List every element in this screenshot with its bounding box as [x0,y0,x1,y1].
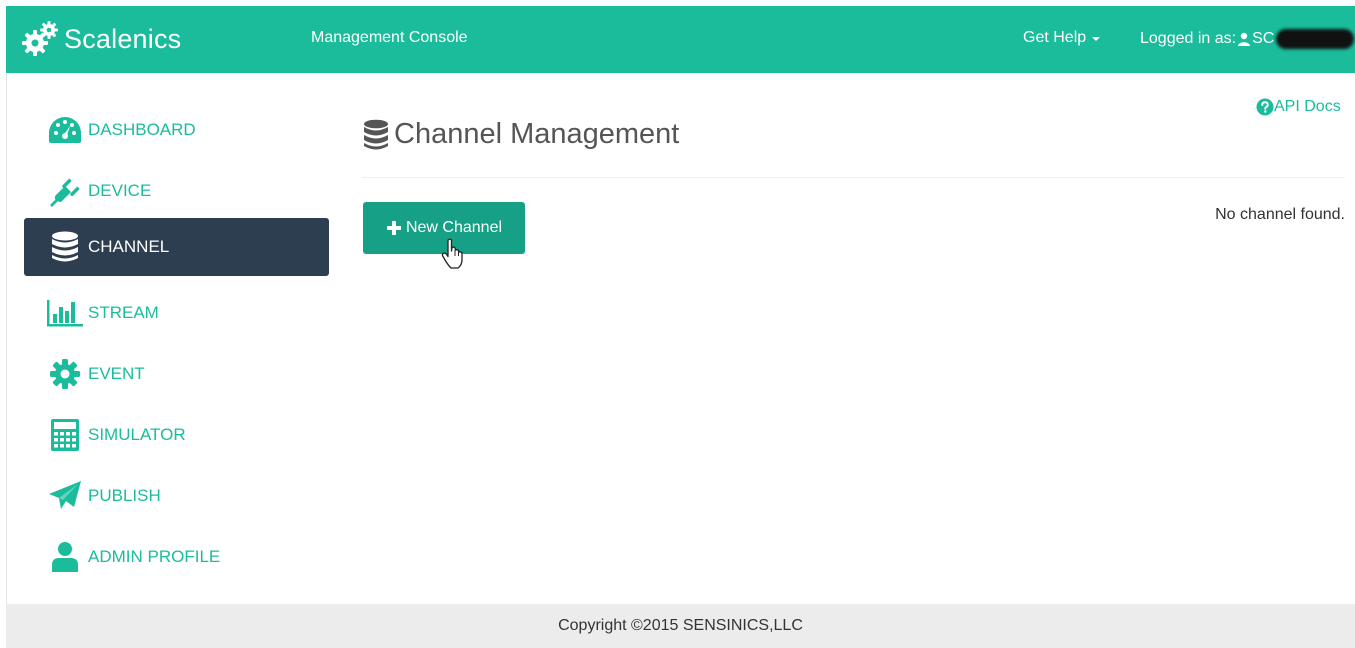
page-title: Channel Management [362,118,679,151]
sidebar-item-device[interactable]: DEVICE [24,162,329,220]
username: SC [1252,30,1275,47]
management-console-link[interactable]: Management Console [311,29,468,47]
sidebar-item-label: CHANNEL [88,237,170,256]
sidebar-item-label: ADMIN PROFILE [88,547,221,566]
gear-icon [46,356,84,392]
question-circle-icon [1256,98,1274,116]
sidebar-item-admin-profile[interactable]: ADMIN PROFILE [24,528,329,586]
caret-down-icon [1092,37,1101,41]
gears-icon [22,21,58,56]
user-menu-dropdown[interactable]: Logged in as: SC [1140,29,1355,49]
dashboard-icon [46,112,84,148]
database-icon [364,119,388,149]
sidebar-item-stream[interactable]: STREAM [24,284,329,342]
bar-chart-icon [46,295,84,331]
sidebar-item-simulator[interactable]: SIMULATOR [24,406,329,464]
logged-in-label: Logged in as: [1140,30,1237,47]
sidebar-item-label: EVENT [88,364,145,383]
sidebar-item-label: DASHBOARD [88,120,196,139]
get-help-label: Get Help [1023,29,1087,46]
sidebar-item-label: DEVICE [88,181,152,200]
page-title-text: Channel Management [394,118,680,150]
redacted-username [1276,29,1355,49]
sidebar-item-event[interactable]: EVENT [24,345,329,403]
api-docs-link[interactable]: API Docs [1256,98,1341,116]
plus-icon [386,221,401,235]
sidebar-item-label: STREAM [88,303,159,322]
brand-logo[interactable]: Scalenics [20,18,181,60]
footer: Copyright ©2015 SENSINICS,LLC [6,604,1355,648]
calculator-icon [46,417,84,453]
plug-icon [46,173,84,209]
get-help-dropdown[interactable]: Get Help [1023,29,1101,47]
user-icon [1238,32,1251,46]
sidebar-item-label: PUBLISH [88,486,161,505]
top-navbar: Scalenics Management Console Get Help Lo… [6,6,1355,73]
new-channel-label: New Channel [405,219,503,236]
sidebar-item-publish[interactable]: PUBLISH [24,467,329,525]
header-divider [362,177,1345,178]
api-docs-label: API Docs [1274,98,1341,115]
sidebar-item-channel[interactable]: CHANNEL [24,218,329,276]
hand-cursor-icon [441,238,463,269]
sidebar-item-dashboard[interactable]: DASHBOARD [24,101,329,159]
user-icon [46,539,84,575]
empty-state-message: No channel found. [1215,206,1345,223]
sidebar-item-label: SIMULATOR [88,425,186,444]
copyright-text: Copyright ©2015 SENSINICS,LLC [558,617,803,634]
database-icon [46,229,84,265]
paper-plane-icon [46,478,84,514]
brand-name: Scalenics [64,23,182,54]
